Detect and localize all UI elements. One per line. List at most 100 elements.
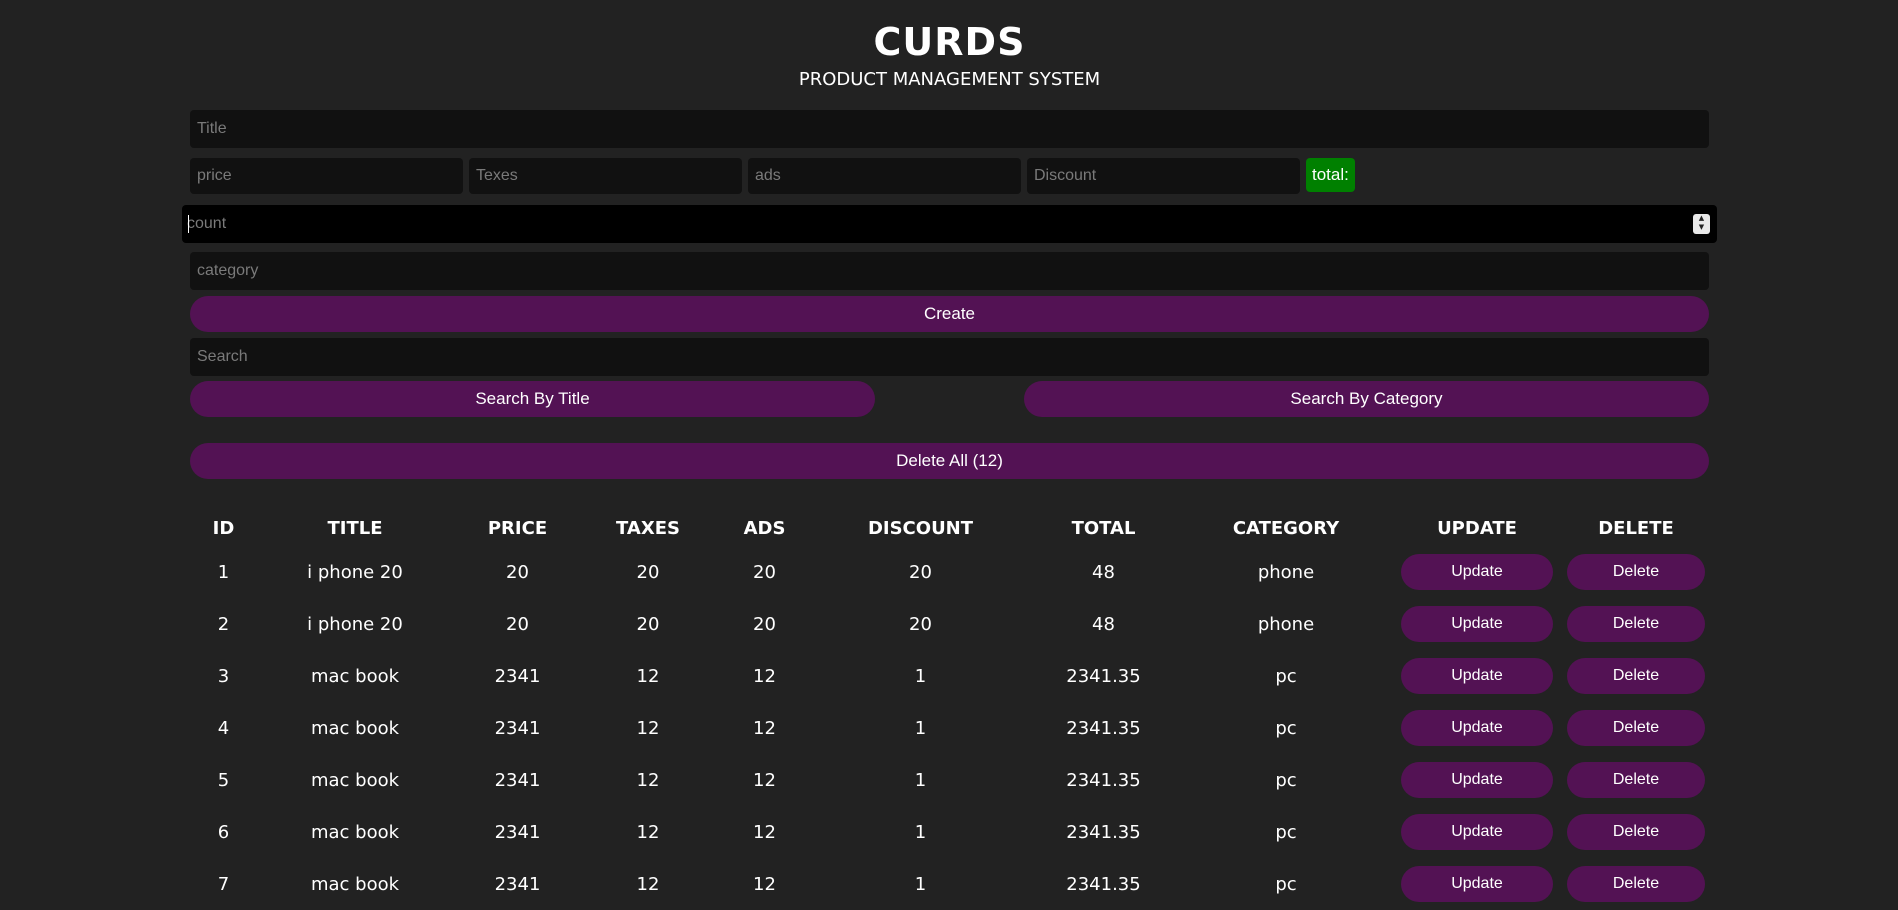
update-button[interactable]: Update [1401,814,1553,850]
search-by-category-button[interactable]: Search By Category [1024,381,1709,417]
cell-update: Update [1391,598,1563,650]
update-button[interactable]: Update [1401,710,1553,746]
cell-title: mac book [310,821,400,843]
cell-taxes: 12 [636,769,660,791]
cell-discount: 1 [914,873,927,895]
delete-button[interactable]: Delete [1567,606,1705,642]
ads-input[interactable] [748,158,1021,194]
update-button[interactable]: Update [1401,658,1553,694]
cell-discount: 1 [914,821,927,843]
price-row: total: [190,158,1709,194]
update-button[interactable]: Update [1401,762,1553,798]
delete-button[interactable]: Delete [1567,658,1705,694]
cell-update: Update [1391,546,1563,598]
cell-price: 20 [506,613,529,635]
taxes-input[interactable] [469,158,742,194]
delete-button[interactable]: Delete [1567,710,1705,746]
delete-button[interactable]: Delete [1567,814,1705,850]
delete-all-button[interactable]: Delete All (12) [190,443,1709,479]
cell-total: 2341.35 [1066,665,1141,687]
cell-update: Update [1391,806,1563,858]
cell-ads: 12 [753,873,776,895]
col-header-taxes: TAXES [616,517,680,539]
title-input[interactable] [190,110,1709,148]
col-header-update: UPDATE [1437,517,1517,539]
count-field[interactable]: ▲▼ [182,205,1717,243]
update-button[interactable]: Update [1401,554,1553,590]
cell-delete: Delete [1563,546,1709,598]
cell-update: Update [1391,754,1563,806]
col-header-price: PRICE [487,517,548,539]
cell-id: 3 [217,665,230,687]
cell-id: 5 [217,769,230,791]
cell-taxes: 12 [636,873,660,895]
cell-category: pc [1275,665,1297,687]
price-input[interactable] [190,158,463,194]
table-row: 1 i phone 20 20 20 20 20 48 phone Update… [190,546,1709,598]
cell-price: 2341 [494,821,541,843]
cell-category: phone [1257,561,1315,583]
discount-input[interactable] [1027,158,1300,194]
cell-total: 2341.35 [1066,769,1141,791]
cell-ads: 20 [753,613,776,635]
cell-price: 2341 [494,665,541,687]
cell-price: 2341 [494,717,541,739]
cell-id: 1 [217,561,230,583]
cell-discount: 1 [914,769,927,791]
cell-taxes: 20 [636,613,660,635]
cell-category: pc [1275,717,1297,739]
cell-delete: Delete [1563,858,1709,910]
cell-total: 48 [1092,561,1115,583]
cell-total: 2341.35 [1066,821,1141,843]
category-input[interactable] [190,252,1709,290]
text-caret [188,215,189,233]
cell-discount: 1 [914,665,927,687]
cell-price: 20 [506,561,529,583]
update-button[interactable]: Update [1401,606,1553,642]
delete-button[interactable]: Delete [1567,762,1705,798]
cell-taxes: 12 [636,717,660,739]
col-header-delete: DELETE [1598,517,1674,539]
cell-title: i phone 20 [307,613,403,635]
table-row: 7 mac book 2341 12 12 1 2341.35 pc Updat… [190,858,1709,910]
cell-category: pc [1275,821,1297,843]
table-body: 1 i phone 20 20 20 20 20 48 phone Update… [190,546,1709,910]
cell-ads: 12 [753,769,776,791]
cell-category: phone [1257,613,1315,635]
cell-update: Update [1391,858,1563,910]
col-header-title: TITLE [327,517,383,539]
cell-delete: Delete [1563,754,1709,806]
page-subtitle: PRODUCT MANAGEMENT SYSTEM [798,69,1101,90]
col-header-ads: ADS [743,517,786,539]
table-row: 6 mac book 2341 12 12 1 2341.35 pc Updat… [190,806,1709,858]
delete-button[interactable]: Delete [1567,554,1705,590]
search-by-title-button[interactable]: Search By Title [190,381,875,417]
col-header-total: TOTAL [1071,517,1136,539]
cell-ads: 12 [753,717,776,739]
cell-discount: 1 [914,717,927,739]
page-title: CURDS [873,20,1026,64]
create-button[interactable]: Create [190,296,1709,332]
cell-discount: 20 [909,561,932,583]
cell-update: Update [1391,650,1563,702]
table-row: 5 mac book 2341 12 12 1 2341.35 pc Updat… [190,754,1709,806]
cell-taxes: 12 [636,821,660,843]
cell-id: 7 [217,873,230,895]
table-header-row: ID TITLE PRICE TAXES ADS DISCOUNT TOTAL … [190,510,1709,546]
cell-delete: Delete [1563,806,1709,858]
cell-taxes: 12 [636,665,660,687]
col-header-category: CATEGORY [1232,517,1340,539]
products-table: ID TITLE PRICE TAXES ADS DISCOUNT TOTAL … [190,510,1709,910]
number-spinner-icon[interactable]: ▲ ▼ [1693,214,1710,234]
cell-category: pc [1275,769,1297,791]
search-input[interactable] [190,338,1709,376]
cell-title: mac book [310,769,400,791]
table-row: 3 mac book 2341 12 12 1 2341.35 pc Updat… [190,650,1709,702]
table-row: 2 i phone 20 20 20 20 20 48 phone Update… [190,598,1709,650]
cell-title: i phone 20 [307,561,403,583]
cell-total: 2341.35 [1066,873,1141,895]
col-header-id: ID [212,517,235,539]
cell-title: mac book [310,873,400,895]
count-input[interactable] [182,205,1682,243]
cell-update: Update [1391,702,1563,754]
